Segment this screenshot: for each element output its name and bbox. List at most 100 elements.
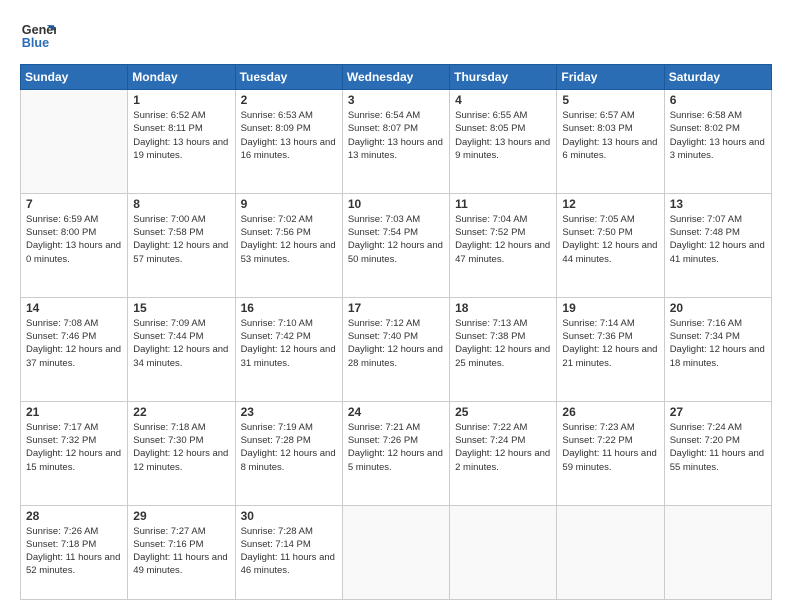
week-row-1: 1Sunrise: 6:52 AMSunset: 8:11 PMDaylight… bbox=[21, 90, 772, 194]
day-info: Sunrise: 6:55 AMSunset: 8:05 PMDaylight:… bbox=[455, 109, 551, 162]
day-info: Sunrise: 7:09 AMSunset: 7:44 PMDaylight:… bbox=[133, 317, 229, 370]
svg-text:Blue: Blue bbox=[22, 36, 49, 50]
calendar-cell: 30 Sunrise: 7:28 AMSunset: 7:14 PMDayligh… bbox=[235, 505, 342, 600]
day-info: Sunrise: 7:02 AMSunset: 7:56 PMDaylight:… bbox=[241, 213, 337, 266]
week-row-5: 28 Sunrise: 7:26 AMSunset: 7:18 PMDayligh… bbox=[21, 505, 772, 600]
day-info: Sunrise: 7:08 AMSunset: 7:46 PMDaylight:… bbox=[26, 317, 122, 370]
day-number: 30 bbox=[241, 509, 337, 523]
calendar-cell: 7 Sunrise: 6:59 AMSunset: 8:00 PMDaylight… bbox=[21, 193, 128, 297]
day-info: Sunrise: 7:21 AMSunset: 7:26 PMDaylight:… bbox=[348, 421, 444, 474]
weekday-header-wednesday: Wednesday bbox=[342, 65, 449, 90]
calendar-cell: 25 Sunrise: 7:22 AMSunset: 7:24 PMDayligh… bbox=[450, 401, 557, 505]
day-number: 25 bbox=[455, 405, 551, 419]
logo: General Blue bbox=[20, 18, 56, 54]
calendar-cell: 3 Sunrise: 6:54 AMSunset: 8:07 PMDaylight… bbox=[342, 90, 449, 194]
calendar-cell bbox=[342, 505, 449, 600]
day-info: Sunrise: 6:59 AMSunset: 8:00 PMDaylight:… bbox=[26, 213, 122, 266]
calendar-cell bbox=[21, 90, 128, 194]
day-info: Sunrise: 7:17 AMSunset: 7:32 PMDaylight:… bbox=[26, 421, 122, 474]
calendar-cell: 19 Sunrise: 7:14 AMSunset: 7:36 PMDayligh… bbox=[557, 297, 664, 401]
week-row-3: 14 Sunrise: 7:08 AMSunset: 7:46 PMDayligh… bbox=[21, 297, 772, 401]
day-number: 6 bbox=[670, 93, 766, 107]
day-number: 16 bbox=[241, 301, 337, 315]
day-info: Sunrise: 6:52 AMSunset: 8:11 PMDaylight:… bbox=[133, 109, 229, 162]
day-number: 15 bbox=[133, 301, 229, 315]
day-number: 20 bbox=[670, 301, 766, 315]
calendar-cell: 27 Sunrise: 7:24 AMSunset: 7:20 PMDayligh… bbox=[664, 401, 771, 505]
day-info: Sunrise: 7:22 AMSunset: 7:24 PMDaylight:… bbox=[455, 421, 551, 474]
day-info: Sunrise: 6:53 AMSunset: 8:09 PMDaylight:… bbox=[241, 109, 337, 162]
day-number: 22 bbox=[133, 405, 229, 419]
weekday-header-tuesday: Tuesday bbox=[235, 65, 342, 90]
day-info: Sunrise: 7:03 AMSunset: 7:54 PMDaylight:… bbox=[348, 213, 444, 266]
day-number: 17 bbox=[348, 301, 444, 315]
calendar-cell: 9Sunrise: 7:02 AMSunset: 7:56 PMDaylight… bbox=[235, 193, 342, 297]
day-info: Sunrise: 7:23 AMSunset: 7:22 PMDaylight:… bbox=[562, 421, 658, 474]
calendar-cell: 10 Sunrise: 7:03 AMSunset: 7:54 PMDayligh… bbox=[342, 193, 449, 297]
day-info: Sunrise: 7:28 AMSunset: 7:14 PMDaylight:… bbox=[241, 525, 337, 578]
day-number: 27 bbox=[670, 405, 766, 419]
day-info: Sunrise: 7:05 AMSunset: 7:50 PMDaylight:… bbox=[562, 213, 658, 266]
day-number: 23 bbox=[241, 405, 337, 419]
day-info: Sunrise: 7:24 AMSunset: 7:20 PMDaylight:… bbox=[670, 421, 766, 474]
calendar-cell: 17 Sunrise: 7:12 AMSunset: 7:40 PMDayligh… bbox=[342, 297, 449, 401]
day-info: Sunrise: 7:18 AMSunset: 7:30 PMDaylight:… bbox=[133, 421, 229, 474]
week-row-4: 21 Sunrise: 7:17 AMSunset: 7:32 PMDayligh… bbox=[21, 401, 772, 505]
day-info: Sunrise: 7:04 AMSunset: 7:52 PMDaylight:… bbox=[455, 213, 551, 266]
calendar-cell: 21 Sunrise: 7:17 AMSunset: 7:32 PMDayligh… bbox=[21, 401, 128, 505]
day-number: 3 bbox=[348, 93, 444, 107]
logo-icon: General Blue bbox=[20, 18, 56, 54]
day-info: Sunrise: 6:58 AMSunset: 8:02 PMDaylight:… bbox=[670, 109, 766, 162]
calendar-cell: 2 Sunrise: 6:53 AMSunset: 8:09 PMDaylight… bbox=[235, 90, 342, 194]
calendar-cell: 26 Sunrise: 7:23 AMSunset: 7:22 PMDayligh… bbox=[557, 401, 664, 505]
day-number: 11 bbox=[455, 197, 551, 211]
day-number: 5 bbox=[562, 93, 658, 107]
weekday-header-saturday: Saturday bbox=[664, 65, 771, 90]
day-info: Sunrise: 7:12 AMSunset: 7:40 PMDaylight:… bbox=[348, 317, 444, 370]
calendar-cell bbox=[664, 505, 771, 600]
day-info: Sunrise: 7:10 AMSunset: 7:42 PMDaylight:… bbox=[241, 317, 337, 370]
day-info: Sunrise: 6:57 AMSunset: 8:03 PMDaylight:… bbox=[562, 109, 658, 162]
calendar-table: SundayMondayTuesdayWednesdayThursdayFrid… bbox=[20, 64, 772, 600]
calendar-cell: 13 Sunrise: 7:07 AMSunset: 7:48 PMDayligh… bbox=[664, 193, 771, 297]
calendar-cell: 23 Sunrise: 7:19 AMSunset: 7:28 PMDayligh… bbox=[235, 401, 342, 505]
day-number: 10 bbox=[348, 197, 444, 211]
day-number: 19 bbox=[562, 301, 658, 315]
day-info: Sunrise: 7:27 AMSunset: 7:16 PMDaylight:… bbox=[133, 525, 229, 578]
page: General Blue SundayMondayTuesdayWednesda… bbox=[0, 0, 792, 612]
day-number: 24 bbox=[348, 405, 444, 419]
calendar-cell: 29 Sunrise: 7:27 AMSunset: 7:16 PMDayligh… bbox=[128, 505, 235, 600]
day-number: 28 bbox=[26, 509, 122, 523]
day-number: 7 bbox=[26, 197, 122, 211]
calendar-cell: 20 Sunrise: 7:16 AMSunset: 7:34 PMDayligh… bbox=[664, 297, 771, 401]
day-number: 26 bbox=[562, 405, 658, 419]
day-number: 12 bbox=[562, 197, 658, 211]
calendar-cell: 15 Sunrise: 7:09 AMSunset: 7:44 PMDayligh… bbox=[128, 297, 235, 401]
calendar-cell: 16 Sunrise: 7:10 AMSunset: 7:42 PMDayligh… bbox=[235, 297, 342, 401]
day-info: Sunrise: 7:19 AMSunset: 7:28 PMDaylight:… bbox=[241, 421, 337, 474]
weekday-header-friday: Friday bbox=[557, 65, 664, 90]
day-info: Sunrise: 7:07 AMSunset: 7:48 PMDaylight:… bbox=[670, 213, 766, 266]
calendar-cell bbox=[557, 505, 664, 600]
day-info: Sunrise: 7:00 AMSunset: 7:58 PMDaylight:… bbox=[133, 213, 229, 266]
calendar-cell: 18 Sunrise: 7:13 AMSunset: 7:38 PMDayligh… bbox=[450, 297, 557, 401]
day-info: Sunrise: 6:54 AMSunset: 8:07 PMDaylight:… bbox=[348, 109, 444, 162]
calendar-cell: 24 Sunrise: 7:21 AMSunset: 7:26 PMDayligh… bbox=[342, 401, 449, 505]
day-info: Sunrise: 7:26 AMSunset: 7:18 PMDaylight:… bbox=[26, 525, 122, 578]
day-number: 14 bbox=[26, 301, 122, 315]
day-number: 13 bbox=[670, 197, 766, 211]
day-number: 2 bbox=[241, 93, 337, 107]
header: General Blue bbox=[20, 18, 772, 54]
weekday-header-thursday: Thursday bbox=[450, 65, 557, 90]
day-info: Sunrise: 7:14 AMSunset: 7:36 PMDaylight:… bbox=[562, 317, 658, 370]
calendar-cell: 5 Sunrise: 6:57 AMSunset: 8:03 PMDaylight… bbox=[557, 90, 664, 194]
day-info: Sunrise: 7:13 AMSunset: 7:38 PMDaylight:… bbox=[455, 317, 551, 370]
calendar-cell: 14 Sunrise: 7:08 AMSunset: 7:46 PMDayligh… bbox=[21, 297, 128, 401]
calendar-cell: 22 Sunrise: 7:18 AMSunset: 7:30 PMDayligh… bbox=[128, 401, 235, 505]
calendar-cell bbox=[450, 505, 557, 600]
day-number: 18 bbox=[455, 301, 551, 315]
calendar-cell: 4Sunrise: 6:55 AMSunset: 8:05 PMDaylight… bbox=[450, 90, 557, 194]
day-number: 29 bbox=[133, 509, 229, 523]
day-info: Sunrise: 7:16 AMSunset: 7:34 PMDaylight:… bbox=[670, 317, 766, 370]
day-number: 21 bbox=[26, 405, 122, 419]
